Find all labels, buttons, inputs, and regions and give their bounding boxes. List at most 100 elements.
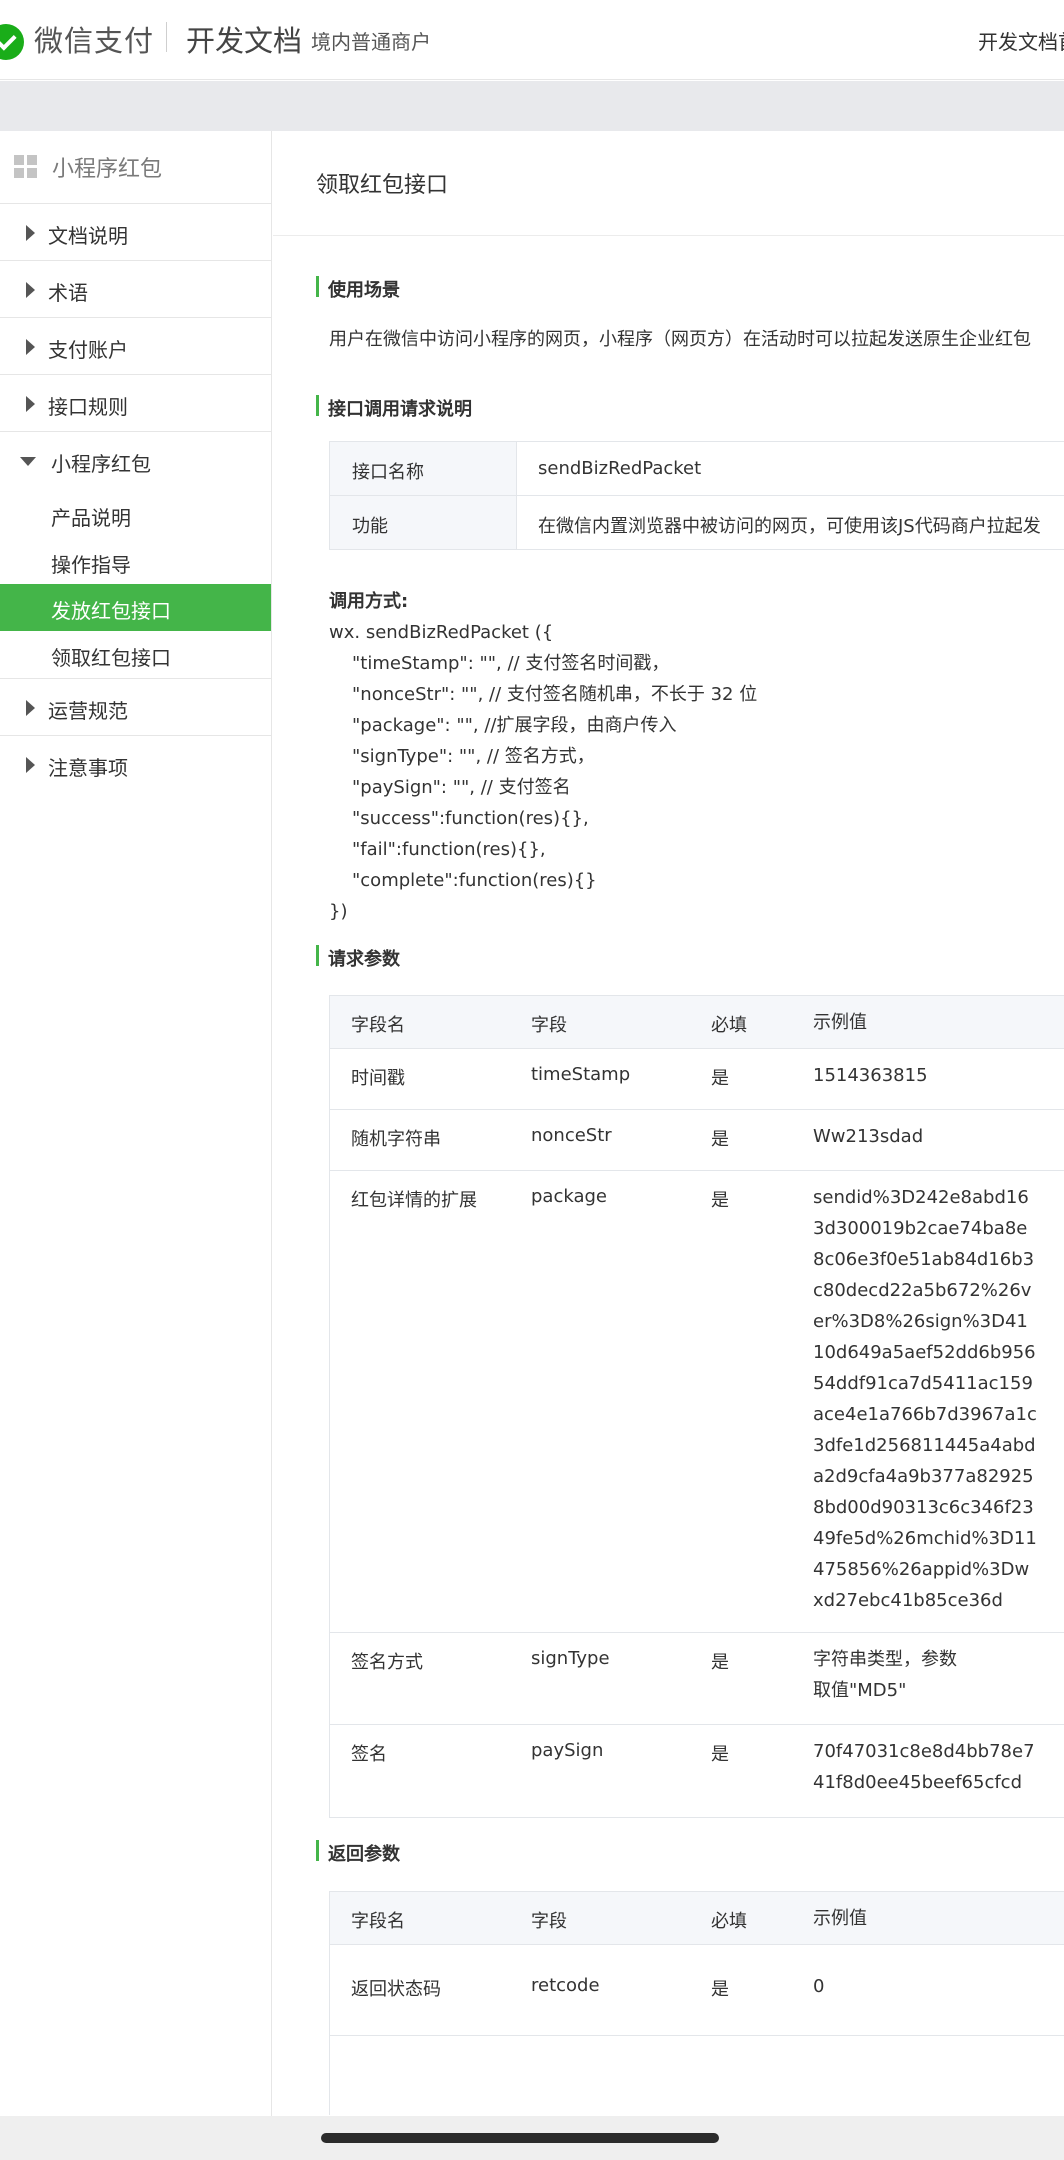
scene-description: 用户在微信中访问小程序的网页，小程序（网页方）在活动时可以拉起发送原生企业红包: [329, 329, 1031, 350]
sidebar-subitem-operation-guide[interactable]: 操作指导: [0, 538, 271, 585]
column-header: 字段名: [351, 1911, 405, 1932]
sidebar-item-doc-intro[interactable]: 文档说明: [0, 204, 271, 261]
example-cell: sendid%3D242e8abd163d300019b2cae74ba8e8c…: [813, 1187, 1037, 1611]
caret-right-icon: [26, 700, 35, 716]
sidebar-subitem-label: 领取红包接口: [51, 646, 171, 670]
sidebar-item-notes[interactable]: 注意事项: [0, 736, 271, 793]
caret-right-icon: [26, 225, 35, 241]
required-cell: 是: [711, 1190, 729, 1211]
example-cell: 1514363815: [813, 1065, 928, 1086]
sidebar-item-terms[interactable]: 术语: [0, 261, 271, 318]
region-label: 境内普通商户: [311, 30, 431, 54]
table-row: 随机字符串 nonceStr 是 Ww213sdad: [330, 1110, 1064, 1171]
section-heading-response-params: 返回参数: [316, 1840, 400, 1866]
sidebar-subitem-send-redpacket-api[interactable]: 发放红包接口: [0, 584, 271, 631]
code-sample: 调用方式: wx. sendBizRedPacket ({ "timeStamp…: [329, 586, 757, 927]
sidebar-item-label: 注意事项: [48, 756, 128, 780]
divider: [273, 235, 1064, 236]
code-line: "timeStamp": "", // 支付签名时间戳，: [352, 653, 670, 674]
field-key-cell: retcode: [531, 1975, 600, 1996]
doc-home-link[interactable]: 开发文档首: [978, 26, 1064, 55]
column-header: 必填: [711, 1911, 747, 1932]
field-key-cell: package: [531, 1186, 607, 1207]
table-row: 签名方式 signType 是 字符串类型，参数取值"MD5": [330, 1633, 1064, 1725]
sidebar-item-label: 术语: [48, 281, 88, 305]
sidebar-item-api-rules[interactable]: 接口规则: [0, 375, 271, 432]
code-line: "complete":function(res){}: [352, 870, 597, 891]
field-key-cell: signType: [531, 1648, 610, 1669]
table-value-cell: 在微信内置浏览器中被访问的网页，可使用该JS代码商户拉起发: [538, 516, 1041, 537]
code-line: "nonceStr": "", // 支付签名随机串，不长于 32 位: [352, 684, 758, 705]
code-line: wx. sendBizRedPacket ({: [329, 622, 554, 643]
api-info-table: 接口名称 sendBizRedPacket 功能 在微信内置浏览器中被访问的网页…: [329, 441, 1064, 550]
divider: [166, 22, 167, 52]
top-header: 微信支付 开发文档 境内普通商户 开发文档首: [0, 0, 1064, 80]
table-header-row: 字段名 字段 必填 示例值: [330, 995, 1064, 1049]
sidebar-subitem-label: 发放红包接口: [51, 599, 171, 623]
sidebar-subitem-label: 产品说明: [51, 506, 131, 530]
field-name-cell: 返回状态码: [351, 1979, 441, 2000]
doc-title[interactable]: 开发文档: [186, 18, 302, 60]
table-row: 功能 在微信内置浏览器中被访问的网页，可使用该JS代码商户拉起发: [330, 496, 1064, 550]
wechat-pay-logo-icon[interactable]: [0, 24, 24, 60]
field-name-cell: 签名方式: [351, 1652, 423, 1673]
sidebar-item-label: 运营规范: [48, 699, 128, 723]
sidebar-item-mini-program-redpacket[interactable]: 小程序红包: [0, 432, 271, 489]
required-cell: 是: [711, 1979, 729, 2000]
home-indicator[interactable]: [321, 2133, 719, 2143]
page-title: 领取红包接口: [316, 173, 449, 198]
sidebar-item-label: 支付账户: [48, 338, 128, 362]
sidebar-header: 小程序红包: [0, 131, 271, 204]
sidebar-item-pay-account[interactable]: 支付账户: [0, 318, 271, 375]
column-header: 必填: [711, 1015, 747, 1036]
table-row: 时间戳 timeStamp 是 1514363815: [330, 1049, 1064, 1110]
sidebar-title: 小程序红包: [52, 157, 163, 182]
sidebar-item-label: 文档说明: [48, 224, 128, 248]
sidebar-subitem-receive-redpacket-api[interactable]: 领取红包接口: [0, 631, 271, 679]
caret-right-icon: [26, 396, 35, 412]
table-empty-space: [330, 2036, 1064, 2115]
required-cell: 是: [711, 1129, 729, 1150]
code-line: "paySign": "", // 支付签名: [352, 777, 571, 798]
table-row: 签名 paySign 是 70f47031c8e8d4bb78e741f8d0e…: [330, 1725, 1064, 1818]
field-name-cell: 时间戳: [351, 1068, 405, 1089]
column-header: 字段: [531, 1015, 567, 1036]
sidebar-item-operation-spec[interactable]: 运营规范: [0, 679, 271, 736]
code-line: "package": "", //扩展字段，由商户传入: [352, 715, 677, 736]
example-cell: 70f47031c8e8d4bb78e741f8d0ee45beef65cfcd: [813, 1741, 1035, 1793]
column-header: 示例值: [813, 1908, 867, 1929]
field-name-cell: 随机字符串: [351, 1129, 441, 1150]
field-key-cell: nonceStr: [531, 1125, 612, 1146]
caret-right-icon: [26, 282, 35, 298]
table-row: 红包详情的扩展 package 是 sendid%3D242e8abd163d3…: [330, 1171, 1064, 1633]
bottom-safe-area: [0, 2116, 1064, 2160]
example-cell: 0: [813, 1976, 825, 1997]
grid-icon: [14, 155, 38, 179]
required-cell: 是: [711, 1068, 729, 1089]
main-content: 领取红包接口 使用场景 用户在微信中访问小程序的网页，小程序（网页方）在活动时可…: [273, 131, 1064, 2116]
section-heading-request-params: 请求参数: [316, 945, 400, 971]
brand-name[interactable]: 微信支付: [34, 18, 154, 60]
caret-right-icon: [26, 339, 35, 355]
code-line: "signType": "", // 签名方式，: [352, 746, 595, 767]
table-row: 接口名称 sendBizRedPacket: [330, 442, 1064, 496]
sidebar-item-label: 接口规则: [48, 395, 128, 419]
sidebar-subitem-label: 操作指导: [51, 553, 131, 577]
required-cell: 是: [711, 1744, 729, 1765]
section-heading-call-desc: 接口调用请求说明: [316, 395, 472, 421]
field-name-cell: 红包详情的扩展: [351, 1190, 477, 1211]
required-cell: 是: [711, 1652, 729, 1673]
sidebar-subitem-product-desc[interactable]: 产品说明: [0, 491, 271, 538]
table-header-row: 字段名 字段 必填 示例值: [330, 1891, 1064, 1945]
example-cell: Ww213sdad: [813, 1126, 924, 1147]
table-key-cell: 接口名称: [330, 442, 517, 495]
field-key-cell: paySign: [531, 1740, 604, 1761]
column-header: 示例值: [813, 1012, 867, 1033]
field-key-cell: timeStamp: [531, 1064, 631, 1085]
table-value-cell: sendBizRedPacket: [538, 458, 702, 479]
table-row: 返回状态码 retcode 是 0: [330, 1945, 1064, 2036]
sidebar-item-label: 小程序红包: [51, 452, 151, 476]
caret-down-icon: [20, 457, 36, 466]
sub-header-bar: [0, 81, 1064, 131]
caret-right-icon: [26, 757, 35, 773]
